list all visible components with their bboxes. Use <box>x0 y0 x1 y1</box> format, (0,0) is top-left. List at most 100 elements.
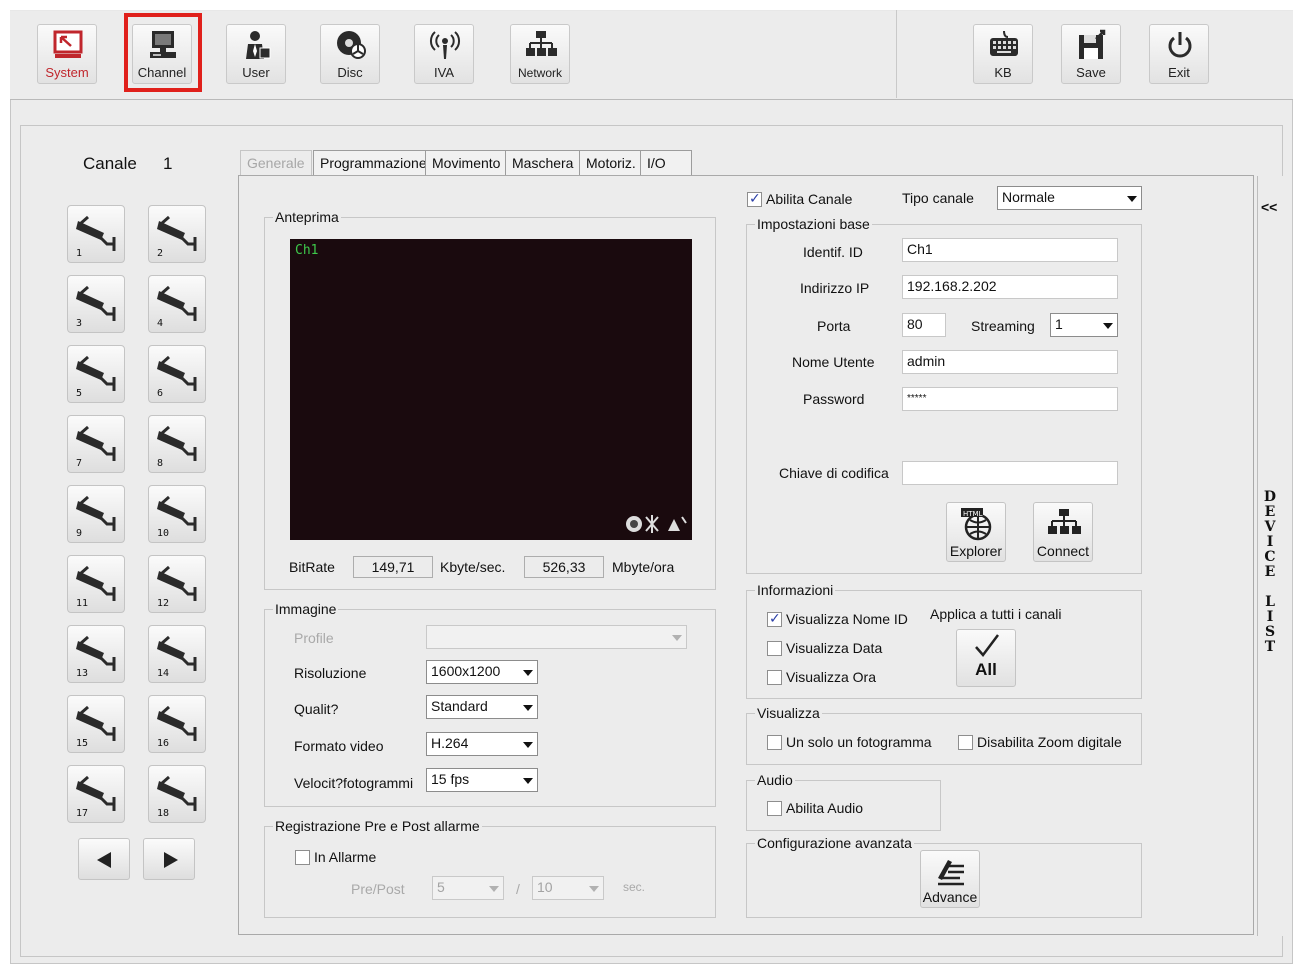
dropdown-arrow-icon <box>489 886 499 892</box>
disc-label: Disc <box>337 65 363 80</box>
disable-zoom-checkbox[interactable] <box>958 735 973 750</box>
resolution-value: 1600x1200 <box>431 663 501 679</box>
camera-number: 16 <box>157 738 170 749</box>
camera-number: 3 <box>76 318 83 329</box>
channel-type-select[interactable]: Normale <box>997 186 1142 210</box>
network-label: Network <box>517 66 562 80</box>
camera-number: 8 <box>157 458 164 469</box>
show-date-checkbox[interactable] <box>767 641 782 656</box>
camera-button[interactable]: 13 <box>67 625 125 683</box>
camera-button[interactable]: 18 <box>148 765 206 823</box>
camera-button[interactable]: 16 <box>148 695 206 753</box>
single-frame-label: Un solo un fotogramma <box>786 734 932 750</box>
id-label: Identif. ID <box>803 244 863 260</box>
profile-label: Profile <box>294 630 334 646</box>
format-select[interactable]: H.264 <box>426 732 538 756</box>
bitrate-unit: Kbyte/sec. <box>440 559 506 575</box>
html-globe-icon: HTML <box>961 508 992 541</box>
user-button[interactable]: User <box>226 24 286 84</box>
channel-type-value: Normale <box>1002 189 1055 205</box>
exit-button[interactable]: Exit <box>1149 24 1209 84</box>
dropdown-arrow-icon <box>523 778 533 784</box>
tab-motoriz[interactable]: Motoriz. <box>579 150 643 176</box>
resolution-select[interactable]: 1600x1200 <box>426 660 538 684</box>
cctv-camera-icon <box>157 495 197 531</box>
explorer-button[interactable]: HTML Explorer <box>946 502 1006 562</box>
cctv-camera-icon <box>157 215 197 251</box>
checkmark-icon <box>975 634 999 657</box>
kb-button[interactable]: KB <box>973 24 1033 84</box>
camera-button[interactable]: 3 <box>67 275 125 333</box>
tab-generale[interactable]: Generale <box>240 150 312 176</box>
encryption-key-field[interactable] <box>902 461 1118 485</box>
preview-status-icons <box>626 515 687 533</box>
camera-button[interactable]: 15 <box>67 695 125 753</box>
username-field[interactable]: admin <box>902 350 1118 374</box>
show-time-checkbox[interactable] <box>767 670 782 685</box>
camera-number: 10 <box>157 528 170 539</box>
camera-button[interactable]: 6 <box>148 345 206 403</box>
system-button[interactable]: System <box>37 24 97 84</box>
connect-button[interactable]: Connect <box>1033 502 1093 562</box>
camera-number: 1 <box>76 248 83 259</box>
save-button[interactable]: Save <box>1061 24 1121 84</box>
user-label: User <box>242 65 270 80</box>
save-label: Save <box>1076 65 1106 80</box>
camera-button[interactable]: 1 <box>67 205 125 263</box>
camera-button[interactable]: 7 <box>67 415 125 473</box>
camera-button[interactable]: 4 <box>148 275 206 333</box>
system-label: System <box>45 65 89 80</box>
collapse-device-list-button[interactable]: << <box>1261 199 1277 215</box>
enable-channel-checkbox[interactable] <box>747 190 762 207</box>
system-icon <box>53 30 83 58</box>
show-time-label: Visualizza Ora <box>786 669 877 685</box>
streaming-select[interactable]: 1 <box>1050 313 1118 337</box>
camera-number: 11 <box>76 598 89 609</box>
post-value: 10 <box>537 879 553 895</box>
apply-all-button[interactable]: All <box>956 629 1016 687</box>
camera-button[interactable]: 5 <box>67 345 125 403</box>
single-frame-checkbox[interactable] <box>767 735 782 750</box>
tab-movimento[interactable]: Movimento <box>425 150 508 176</box>
profile-select[interactable] <box>426 625 687 649</box>
tab-programmazione[interactable]: Programmazione <box>313 150 434 176</box>
camera-button[interactable]: 8 <box>148 415 206 473</box>
port-label: Porta <box>817 318 851 334</box>
kb-label: KB <box>994 65 1012 80</box>
advance-label: Advance <box>922 889 978 905</box>
ip-field[interactable]: 192.168.2.202 <box>902 275 1118 299</box>
tab-io[interactable]: I/O <box>640 150 692 176</box>
camera-button[interactable]: 17 <box>67 765 125 823</box>
tab-maschera[interactable]: Maschera <box>505 150 581 176</box>
iva-button[interactable]: IVA <box>414 24 474 84</box>
camera-button[interactable]: 2 <box>148 205 206 263</box>
in-alarm-checkbox[interactable] <box>295 850 310 865</box>
post-select[interactable]: 10 <box>532 876 604 900</box>
quality-select[interactable]: Standard <box>426 695 538 719</box>
port-field[interactable]: 80 <box>902 313 946 337</box>
password-label: Password <box>803 391 865 407</box>
camera-button[interactable]: 10 <box>148 485 206 543</box>
advance-button[interactable]: Advance <box>920 850 980 908</box>
next-page-button[interactable] <box>143 838 195 880</box>
password-field[interactable]: ***** <box>902 387 1118 411</box>
disc-button[interactable]: Disc <box>320 24 380 84</box>
network-button[interactable]: Network <box>510 24 570 84</box>
base-settings-title: Impostazioni base <box>755 216 872 232</box>
camera-button[interactable]: 11 <box>67 555 125 613</box>
view-group-title: Visualizza <box>755 705 822 721</box>
cctv-camera-icon <box>157 355 197 391</box>
fps-select[interactable]: 15 fps <box>426 768 538 792</box>
camera-number: 9 <box>76 528 83 539</box>
camera-button[interactable]: 12 <box>148 555 206 613</box>
camera-button[interactable]: 14 <box>148 625 206 683</box>
dropdown-arrow-icon <box>672 635 682 641</box>
show-name-checkbox[interactable] <box>767 610 782 627</box>
camera-button[interactable]: 9 <box>67 485 125 543</box>
apply-all-label: Applica a tutti i canali <box>930 606 1062 622</box>
enable-audio-checkbox[interactable] <box>767 801 782 816</box>
id-field[interactable]: Ch1 <box>902 238 1118 262</box>
prev-page-button[interactable] <box>78 838 130 880</box>
enable-audio-label: Abilita Audio <box>786 800 864 816</box>
pre-select[interactable]: 5 <box>432 876 504 900</box>
